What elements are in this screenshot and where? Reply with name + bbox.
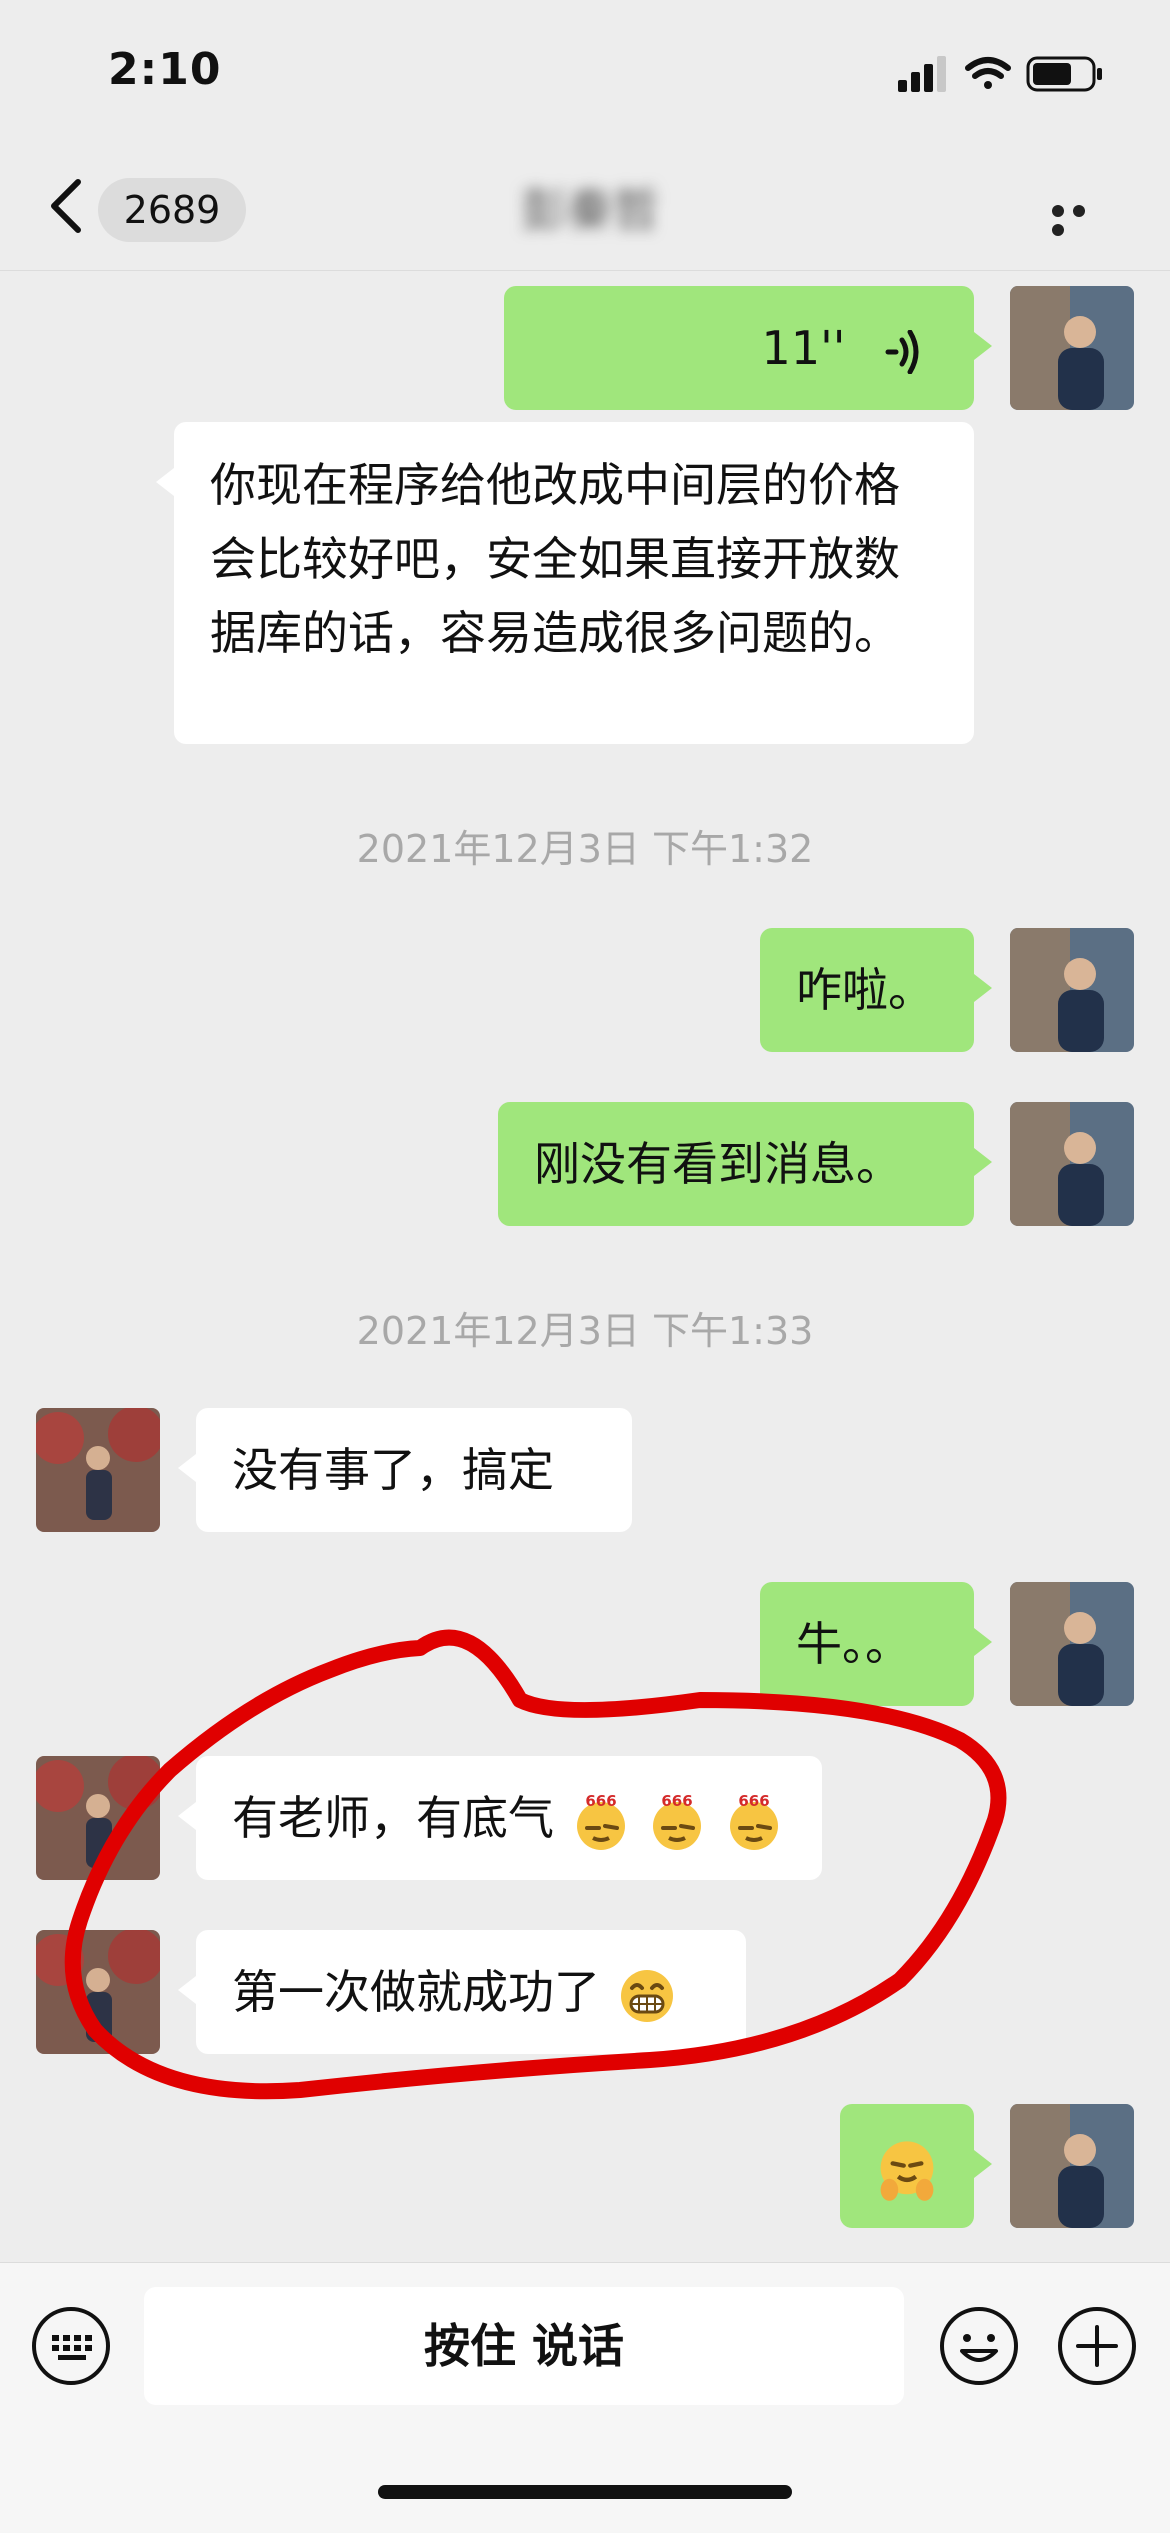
- my-avatar[interactable]: [1010, 2104, 1134, 2228]
- message-timestamp: 2021年12月3日 下午1:32: [356, 827, 814, 871]
- message-bubble[interactable]: 牛。。: [760, 1582, 992, 1706]
- message-bubble[interactable]: 咋啦。: [760, 928, 992, 1052]
- wifi-icon: [965, 57, 1011, 89]
- my-avatar[interactable]: [1010, 1582, 1134, 1706]
- status-bar: 2:10: [0, 0, 1170, 150]
- svg-text:666: 666: [662, 1792, 693, 1810]
- signal-icon: [898, 56, 946, 92]
- status-time: 2:10: [108, 44, 222, 95]
- message-text: 有老师，有底气: [232, 1791, 554, 1845]
- voice-duration: 11'': [761, 321, 846, 375]
- message-timestamp: 2021年12月3日 下午1:33: [356, 1309, 814, 1353]
- message-bubble[interactable]: 刚没有看到消息。: [498, 1102, 992, 1226]
- hold-to-talk-button[interactable]: 按住 说话: [144, 2287, 904, 2405]
- message-bubble[interactable]: 有老师，有底气 666 666 666: [178, 1756, 822, 1880]
- message-text: 刚没有看到消息。: [534, 1137, 902, 1191]
- grin-emoji-icon: [620, 1969, 673, 2022]
- contact-avatar[interactable]: [36, 1408, 160, 1532]
- message-text: 没有事了，搞定: [232, 1443, 554, 1497]
- back-chevron-icon[interactable]: [44, 176, 88, 236]
- svg-text:666: 666: [738, 1792, 769, 1810]
- contact-avatar[interactable]: [36, 1930, 160, 2054]
- plus-icon[interactable]: [1056, 2305, 1138, 2387]
- message-bubble[interactable]: 你现在程序给他改成中间层的价格会比较好吧，安全如果直接开放数据库的话，容易造成很…: [156, 422, 974, 744]
- voice-wave-icon: [885, 329, 919, 374]
- chat-title: 彭秦哲: [521, 183, 659, 237]
- 666-emoji-icon: 666: [729, 1792, 778, 1850]
- message-bubble[interactable]: 第一次做就成功了: [178, 1930, 746, 2054]
- 666-emoji-icon: 666: [576, 1792, 625, 1850]
- my-avatar[interactable]: [1010, 1102, 1134, 1226]
- status-icons: [898, 56, 1102, 92]
- my-avatar[interactable]: [1010, 928, 1134, 1052]
- contact-avatar[interactable]: [36, 1756, 160, 1880]
- keyboard-icon[interactable]: [30, 2305, 112, 2387]
- battery-icon: [1026, 56, 1102, 92]
- unread-count-badge[interactable]: 2689: [98, 178, 246, 242]
- svg-text:666: 666: [585, 1792, 616, 1810]
- message-text: 牛。。: [796, 1617, 911, 1671]
- home-indicator[interactable]: [378, 2485, 792, 2499]
- chat-area[interactable]: 11'' 你现在程序给他改成中间层的价格会比较好吧，安全如果直接开放数据库的话，…: [0, 270, 1170, 2260]
- chat-header: 2689 彭秦哲: [0, 150, 1170, 271]
- my-avatar[interactable]: [1010, 286, 1134, 410]
- message-text: 第一次做就成功了: [232, 1965, 600, 2019]
- message-bubble[interactable]: 没有事了，搞定: [178, 1408, 632, 1532]
- sly-emoji-icon: [880, 2140, 934, 2201]
- more-dots-icon[interactable]: [1052, 202, 1112, 236]
- message-text: 咋啦。: [796, 963, 934, 1017]
- input-bar: 按住 说话: [0, 2262, 1170, 2533]
- emoji-message-bubble[interactable]: [840, 2104, 992, 2228]
- message-text: 你现在程序给他改成中间层的价格会比较好吧，安全如果直接开放数据库的话，容易造成很…: [210, 458, 900, 660]
- voice-message-bubble[interactable]: 11'': [504, 286, 992, 410]
- 666-emoji-icon: 666: [653, 1792, 702, 1850]
- emoji-icon[interactable]: [938, 2305, 1020, 2387]
